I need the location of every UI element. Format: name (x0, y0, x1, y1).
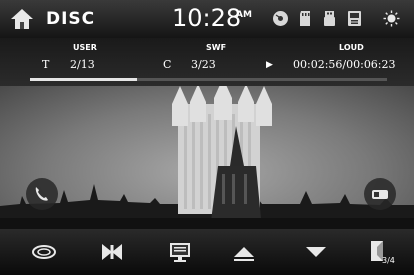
user-label: USER (73, 43, 97, 52)
play-status-icon: ▶ (266, 60, 273, 70)
top-bar: DISC 10:28 AM (0, 0, 414, 38)
play-time: 00:02:56/00:06:23 (293, 58, 396, 71)
loud-label: LOUD (339, 43, 364, 52)
up-arrow-icon[interactable] (224, 237, 264, 267)
video-icon (372, 190, 388, 199)
brightness-icon[interactable] (383, 10, 400, 27)
ipod-icon[interactable] (346, 10, 363, 27)
sd-card-icon[interactable] (297, 10, 314, 27)
usb-icon[interactable] (321, 10, 338, 27)
track-prefix: T (42, 58, 50, 71)
shuffle-icon[interactable] (92, 237, 132, 267)
progress-fill (30, 78, 138, 81)
phone-icon (35, 187, 48, 201)
chapter-prefix: C (163, 58, 172, 71)
media-screen: DISC 10:28 AM USER T 2/13 SWF C 3/23 LOU… (0, 0, 414, 275)
video-toggle-button[interactable] (364, 178, 396, 210)
page-indicator: 3/4 (382, 256, 395, 265)
down-arrow-icon[interactable] (296, 237, 336, 267)
progress-bar[interactable] (30, 78, 387, 81)
home-icon[interactable] (10, 8, 34, 30)
track-number: 2/13 (70, 58, 95, 71)
equalizer-icon[interactable] (160, 237, 200, 267)
source-title: DISC (46, 9, 96, 29)
swf-label: SWF (206, 43, 227, 52)
repeat-icon[interactable] (24, 237, 64, 267)
clock-ampm: AM (236, 10, 252, 20)
video-area[interactable] (0, 78, 414, 229)
chapter-number: 3/23 (191, 58, 216, 71)
clock-time: 10:28 (172, 4, 242, 32)
bottom-bar: 3/4 (0, 229, 414, 275)
phone-button[interactable] (26, 178, 58, 210)
info-bar: USER T 2/13 SWF C 3/23 LOUD ▶ 00:02:56/0… (0, 38, 414, 86)
disc-icon[interactable] (272, 10, 289, 27)
parliament-image (0, 78, 414, 229)
